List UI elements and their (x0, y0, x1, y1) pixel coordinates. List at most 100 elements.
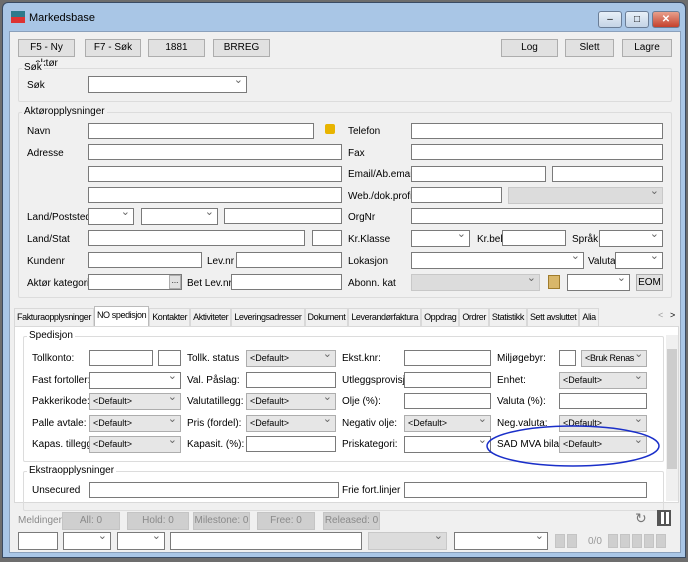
kapas-tillegg-combo[interactable]: <Default> (89, 433, 181, 453)
lokasjon-combo[interactable] (411, 249, 584, 269)
tab-no-spedisjon[interactable]: NO spedisjon (93, 306, 150, 326)
hold-messages-button[interactable]: Hold: 0 (127, 512, 189, 530)
unsecured-input[interactable] (89, 482, 339, 498)
valutatillegg-combo[interactable]: <Default> (246, 390, 336, 410)
valuta-pct-input[interactable] (559, 393, 647, 409)
bottom-combo-4[interactable] (454, 529, 548, 550)
bet-lev-nr-input[interactable] (231, 274, 342, 290)
kundenr-input[interactable] (88, 252, 202, 268)
pris-fordel-combo[interactable]: <Default> (246, 412, 336, 432)
aktor-kategori-browse-button[interactable]: ... (169, 275, 181, 289)
window-title: Markedsbase (29, 12, 96, 24)
1881-button[interactable]: 1881 (148, 39, 205, 57)
last-record-button[interactable] (620, 534, 630, 548)
bottom-input-1[interactable] (18, 532, 58, 550)
tab-statistikk[interactable]: Statistikk (488, 308, 527, 326)
ekst-knr-input[interactable] (404, 350, 491, 366)
confirm-record-button[interactable] (644, 534, 654, 548)
lev-nr-input[interactable] (236, 252, 342, 268)
close-button[interactable]: ✕ (652, 11, 680, 28)
miljogebyr-input[interactable] (559, 350, 576, 366)
miljogebyr-combo[interactable]: <Bruk Renas (581, 347, 647, 367)
tab-scroll-left-icon[interactable]: < (658, 310, 663, 320)
tab-fakturaopplysninger[interactable]: Fakturaopplysninger (14, 308, 94, 326)
tab-alia[interactable]: Alia (579, 308, 599, 326)
tab-dokument[interactable]: Dokument (304, 308, 349, 326)
search-combo[interactable] (88, 73, 247, 93)
orgnr-input[interactable] (411, 208, 663, 224)
eom-button[interactable]: EOM (636, 274, 663, 291)
tab-sett-avsluttet[interactable]: Sett avsluttet (526, 308, 580, 326)
fast-fortoller-combo[interactable] (89, 369, 181, 389)
pakkerikode-combo[interactable]: <Default> (89, 390, 181, 410)
priskategori-combo[interactable] (404, 433, 491, 453)
web-input[interactable] (411, 187, 502, 203)
stat-input[interactable] (312, 230, 342, 246)
scrollbar-thumb[interactable] (667, 349, 677, 469)
tab-aktiviteter[interactable]: Aktiviteter (190, 308, 232, 326)
tab-leverand-rfaktura[interactable]: Leverandørfaktura (348, 308, 422, 326)
adresse-input-2[interactable] (88, 166, 342, 182)
telefon-input[interactable] (411, 123, 663, 139)
poststed-combo[interactable] (141, 205, 218, 225)
tab-kontakter[interactable]: Kontakter (149, 308, 191, 326)
email-label: Email/Ab.email (348, 169, 415, 180)
brreg-button[interactable]: BRREG (213, 39, 270, 57)
kr-klasse-combo[interactable] (411, 227, 470, 247)
log-button[interactable]: Log (501, 39, 558, 57)
prev-record-button[interactable] (567, 534, 577, 548)
olje-input[interactable] (404, 393, 491, 409)
tab-scroll-right-icon[interactable]: > (670, 310, 675, 320)
adresse-input-3[interactable] (88, 187, 342, 203)
land-combo[interactable] (88, 205, 134, 225)
bottom-input-2[interactable] (170, 532, 362, 550)
all-messages-button[interactable]: All: 0 (62, 512, 120, 530)
lock-icon[interactable] (325, 124, 335, 134)
clipboard-check-icon[interactable] (548, 275, 560, 289)
released-messages-button[interactable]: Released: 0 (323, 512, 380, 530)
add-record-button[interactable] (632, 534, 642, 548)
fax-input[interactable] (411, 144, 663, 160)
adresse-input-1[interactable] (88, 144, 342, 160)
tab-ordrer[interactable]: Ordrer (459, 308, 489, 326)
poststed-input[interactable] (224, 208, 342, 224)
negativ-olje-combo[interactable]: <Default> (404, 412, 491, 432)
utleggsprovisj-input[interactable] (404, 372, 491, 388)
tab-oppdrag[interactable]: Oppdrag (421, 308, 460, 326)
kapasit-input[interactable] (246, 436, 336, 452)
actor-group-label: Aktøropplysninger (22, 106, 107, 117)
palle-avtale-combo[interactable]: <Default> (89, 412, 181, 432)
email-input[interactable] (411, 166, 546, 182)
remove-record-button[interactable] (656, 534, 666, 548)
minimize-button[interactable]: – (598, 11, 622, 28)
abonn-combo-2[interactable] (567, 271, 630, 291)
refresh-icon[interactable]: ↻ (635, 510, 647, 527)
first-record-button[interactable] (555, 534, 565, 548)
kr-bel-input[interactable] (502, 230, 566, 246)
tollkonto-input-2[interactable] (158, 350, 181, 366)
sprak-combo[interactable] (599, 227, 663, 247)
land-stat-input[interactable] (88, 230, 305, 246)
bottom-combo-1[interactable] (63, 529, 111, 550)
new-actor-button[interactable]: F5 - Ny aktør (18, 39, 75, 69)
search-button[interactable]: F7 - Søk (85, 39, 141, 57)
save-button[interactable]: Lagre (622, 39, 672, 57)
aktor-kategori-input[interactable] (88, 274, 182, 290)
enhet-combo[interactable]: <Default> (559, 369, 647, 389)
bottom-combo-2[interactable] (117, 529, 165, 550)
val-paslag-input[interactable] (246, 372, 336, 388)
navn-input[interactable] (88, 123, 314, 139)
next-record-button[interactable] (608, 534, 618, 548)
free-messages-button[interactable]: Free: 0 (257, 512, 315, 530)
tab-leveringsadresser[interactable]: Leveringsadresser (231, 308, 305, 326)
vertical-scrollbar[interactable] (666, 335, 678, 501)
tollkonto-input[interactable] (89, 350, 153, 366)
frie-input[interactable] (404, 482, 647, 498)
tollk-status-combo[interactable]: <Default> (246, 347, 336, 367)
valuta-combo[interactable] (615, 249, 663, 269)
maximize-button[interactable]: □ (625, 11, 649, 28)
ab-email-input[interactable] (552, 166, 663, 182)
milestone-messages-button[interactable]: Milestone: 0 (193, 512, 250, 530)
delete-button[interactable]: Slett (565, 39, 614, 57)
columns-icon[interactable] (657, 510, 671, 526)
